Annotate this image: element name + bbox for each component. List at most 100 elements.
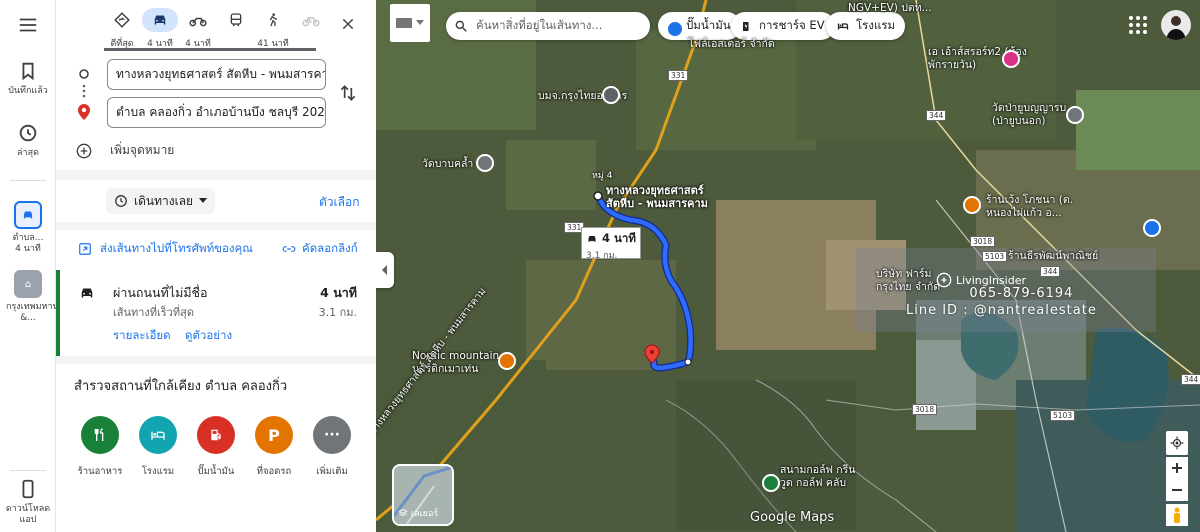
bangkok-button[interactable]: ⌂ กรุงเทพมหานคร &... — [0, 270, 70, 324]
layers-button[interactable]: เลเยอร์ — [392, 464, 454, 526]
temple-pin-icon[interactable] — [476, 154, 494, 172]
destination-input[interactable]: ตำบล คลองกิ่ว อำเภอบ้านบึง ชลบุรี 20220 — [107, 97, 326, 128]
business-pin-icon[interactable] — [666, 20, 684, 38]
explore-more-button[interactable]: ··· เพิ่มเติม — [302, 416, 362, 479]
street-view-pegman-button[interactable] — [1166, 504, 1188, 526]
map-label-golf[interactable]: สนามกอล์ฟ กรีน วูด กอล์ฟ คลับ — [780, 464, 870, 490]
golf-pin-icon[interactable] — [762, 474, 780, 492]
zoom-out-button[interactable] — [1166, 479, 1188, 501]
map-label-moo4: หมู่ 4 — [592, 171, 613, 181]
shopping-pin-icon[interactable] — [1002, 50, 1020, 68]
explore-restaurants-label: ร้านอาหาร — [77, 466, 123, 477]
hotel-bed-icon — [139, 416, 177, 454]
callout-duration: 4 นาที — [602, 231, 636, 245]
depart-now-dropdown[interactable]: เดินทางเลย — [106, 188, 216, 214]
temple-pin-icon[interactable] — [1066, 106, 1084, 124]
mode-scroll-indicator — [104, 48, 316, 51]
car-icon — [14, 201, 42, 229]
swap-icon[interactable] — [338, 83, 358, 103]
mode-car[interactable]: 4 นาที — [140, 8, 180, 50]
mode-walk[interactable]: 41 นาที — [253, 8, 293, 50]
destination-pin-icon — [78, 104, 90, 120]
chevron-left-icon — [382, 265, 387, 275]
best-route-icon — [114, 12, 130, 28]
current-trip-button[interactable]: ตำบล... 4 นาที — [0, 201, 56, 255]
watermark-text: 065-879-6194 Line ID : @nantrealestate — [866, 285, 1097, 319]
car-icon — [588, 236, 596, 242]
clock-icon — [115, 195, 127, 207]
pegman-icon — [1174, 507, 1180, 523]
shopping-cart-pin-icon[interactable] — [1143, 219, 1161, 237]
route-details-link[interactable]: รายละเอียด — [113, 327, 171, 345]
menu-button[interactable] — [0, 14, 56, 36]
place-pin-icon[interactable] — [602, 86, 620, 104]
saved-button[interactable]: บันทึกแล้ว — [0, 60, 56, 97]
recent-label: ล่าสุด — [17, 148, 39, 158]
route-preview-link[interactable]: ดูตัวอย่าง — [185, 327, 232, 345]
chip-hotels-label: โรงแรม — [856, 18, 896, 32]
hamburger-menu-icon — [19, 18, 37, 32]
layers-label: เลเยอร์ — [411, 509, 439, 519]
watermark-line-id: Line ID : @nantrealestate — [906, 303, 1097, 318]
map-label-temple2[interactable]: วัดบาบคล้ำ — [422, 158, 473, 171]
chip-ev-charging[interactable]: การชาร์จ EV — [731, 12, 835, 40]
account-avatar[interactable] — [1161, 10, 1191, 40]
my-location-button[interactable] — [1166, 431, 1188, 455]
zoom-in-button[interactable] — [1166, 457, 1188, 479]
copy-link-button[interactable]: คัดลอกลิงก์ — [282, 240, 358, 258]
route-duration-callout[interactable]: 4 นาที 3.1 กม. — [581, 227, 641, 261]
recent-button[interactable]: ล่าสุด — [0, 122, 56, 159]
search-along-route[interactable]: ค้นหาสิ่งที่อยู่ในเส้นทาง... — [446, 12, 650, 40]
gas-station-icon — [197, 416, 235, 454]
restaurant-pin-icon[interactable] — [498, 352, 516, 370]
ev-charging-icon — [743, 21, 749, 31]
link-icon — [282, 246, 296, 252]
left-rail: บันทึกแล้ว ล่าสุด ตำบล... 4 นาที ⌂ กรุงเ… — [0, 0, 70, 532]
download-app-button[interactable]: ดาวน์โหลดแอป — [0, 478, 56, 526]
google-apps-button[interactable] — [1126, 13, 1150, 37]
chevron-down-icon — [416, 20, 424, 25]
collapse-panel-button[interactable] — [376, 252, 394, 288]
road-shield: 3018 — [970, 236, 996, 247]
chip-ev-label: การชาร์จ EV — [759, 18, 825, 32]
add-destination-button[interactable]: เพิ่มจุดหมาย — [76, 141, 174, 160]
chip-hotels[interactable]: โรงแรม — [826, 12, 906, 40]
origin-input[interactable]: ทางหลวงยุทธศาสตร์ สัตหีบ - พนมสารคาม ต — [107, 59, 326, 90]
dots-connector-icon — [82, 84, 86, 98]
map-label-shop2[interactable]: ร้านเว้ง โภชนา (ต. หนองไผ่แก้ว อ... — [986, 194, 1076, 220]
section-divider — [56, 222, 376, 230]
explore-hotels-label: โรงแรม — [141, 466, 175, 477]
bookmark-icon — [22, 62, 34, 81]
transit-icon — [230, 13, 242, 27]
mode-bicycle[interactable] — [291, 8, 331, 50]
map-label-origin[interactable]: ทางหลวงยุทธศาสตร์ สัตหีบ - พนมสารคาม — [606, 184, 716, 210]
explore-parking-button[interactable]: P ที่จอดรถ — [244, 416, 304, 479]
route-subtitle: เส้นทางที่เร็วที่สุด — [113, 306, 194, 319]
mode-best[interactable]: ดีที่สุด — [102, 8, 142, 50]
watermark-phone: 065-879-6194 — [969, 286, 1074, 301]
input-tools-button[interactable] — [390, 4, 430, 42]
explore-hotels-button[interactable]: โรงแรม — [128, 416, 188, 479]
mode-motorcycle[interactable]: 4 นาที — [178, 8, 218, 50]
walk-icon — [269, 13, 278, 27]
road-shield: 3018 — [912, 404, 938, 415]
phone-icon — [22, 479, 34, 499]
map-label-pioneer[interactable]: โฟล์เอสเตอร์ จำกัด — [688, 38, 775, 51]
map-label-ngv[interactable]: NGV+EV) ปตท... — [848, 2, 932, 15]
route-card[interactable]: ผ่านถนนที่ไม่มีชื่อ เส้นทางที่เร็วที่สุด… — [56, 270, 376, 356]
explore-gas-button[interactable]: ปั๊มน้ำมัน — [186, 416, 246, 479]
restaurant-pin-icon[interactable] — [963, 196, 981, 214]
mode-transit[interactable] — [216, 8, 256, 50]
send-to-phone-link[interactable]: ส่งเส้นทางไปที่โทรศัพท์ของคุณ — [78, 240, 253, 258]
options-link[interactable]: ตัวเลือก — [319, 193, 359, 212]
keyboard-icon — [396, 18, 412, 28]
map-label-shop3[interactable]: ร้านธีรพัฒน์พาณิชย์ — [1008, 250, 1098, 263]
close-directions-button[interactable] — [336, 12, 360, 36]
layers-icon — [398, 508, 408, 516]
road-shield: 344 — [1181, 374, 1200, 385]
explore-restaurants-button[interactable]: ร้านอาหาร — [70, 416, 130, 479]
map-canvas[interactable]: ค้นหาสิ่งที่อยู่ในเส้นทาง... ปั๊มน้ำมัน … — [376, 0, 1200, 532]
send-to-phone-icon — [79, 243, 91, 255]
search-icon — [455, 20, 467, 32]
section-divider — [56, 356, 376, 364]
